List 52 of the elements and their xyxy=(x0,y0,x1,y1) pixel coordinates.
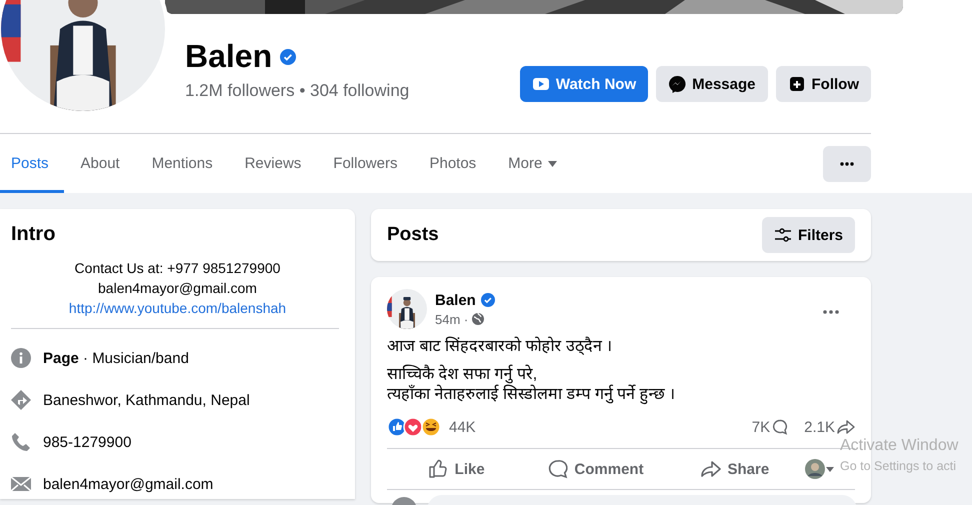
detail-text: Page · Musician/band xyxy=(43,350,189,366)
tab[interactable]: Followers xyxy=(322,134,412,193)
tab[interactable]: More xyxy=(497,134,572,193)
caret-icon xyxy=(826,466,834,472)
filters-button[interactable]: Filters xyxy=(762,217,855,253)
post-text: साच्चिकै देश सफा गर्नु परे, xyxy=(387,365,538,384)
bio-text: Contact Us at: +977 9851279900 xyxy=(74,259,280,278)
website-link[interactable]: http://www.youtube.com/balenshah xyxy=(68,298,286,318)
post-author[interactable]: Balen xyxy=(435,292,476,308)
share-icon xyxy=(837,419,855,435)
page-name: Balen xyxy=(185,38,272,75)
post-time[interactable]: 54m · xyxy=(435,312,468,326)
follower-stats: 1.2M followers • 304 following xyxy=(185,81,410,101)
follow-button[interactable]: Follow xyxy=(776,66,871,102)
envelope-icon xyxy=(11,474,31,494)
comment-icon xyxy=(548,459,568,479)
detail-text: 985-1279900 xyxy=(43,434,132,450)
tab[interactable]: About xyxy=(70,134,135,193)
activation-notice: Go to Settings to acti xyxy=(840,459,956,473)
comment-icon xyxy=(772,419,788,435)
phone-icon xyxy=(11,432,31,452)
post-text: आज बाट सिंहदरबारको फोहोर उठ्दैन । xyxy=(387,337,612,357)
bio-text: balen4mayor@gmail.com xyxy=(98,279,257,298)
tab[interactable]: Photos xyxy=(418,134,492,193)
plus-icon xyxy=(788,75,806,93)
tab[interactable]: Reviews xyxy=(234,134,316,193)
sliders-icon xyxy=(774,228,792,242)
play-icon xyxy=(532,75,550,93)
comment-button[interactable]: Comment xyxy=(526,451,666,487)
tab[interactable]: Posts xyxy=(0,134,64,193)
direction-sign-icon xyxy=(11,390,31,410)
like-button[interactable]: Like xyxy=(387,451,526,487)
share-button[interactable]: Share xyxy=(666,451,805,487)
tab[interactable]: Mentions xyxy=(140,134,228,193)
section-title: Posts xyxy=(387,224,439,246)
more-icon xyxy=(823,310,839,314)
comment-count[interactable]: 7K xyxy=(752,418,770,436)
detail-text: balen4mayor@gmail.com xyxy=(43,476,214,492)
intro-title: Intro xyxy=(11,223,56,246)
reaction-count[interactable]: 44K xyxy=(449,418,476,436)
globe-icon xyxy=(472,313,484,325)
info-icon xyxy=(11,348,31,368)
post-text: त्यहाँका नेताहरुलाई सिस्डोलमा डम्प गर्नु पर्ने हुन्छ । xyxy=(387,385,676,405)
activation-notice: Activate Window xyxy=(840,437,958,455)
watch-button[interactable]: Watch Now xyxy=(520,66,648,102)
chat-bubble-icon xyxy=(668,75,686,93)
share-count[interactable]: 2.1K xyxy=(804,418,835,436)
share-icon xyxy=(701,459,722,479)
message-button[interactable]: Message xyxy=(656,66,768,102)
more-icon xyxy=(840,162,854,166)
detail-text: Baneshwor, Kathmandu, Nepal xyxy=(43,392,250,408)
thumbs-up-icon xyxy=(428,459,449,479)
